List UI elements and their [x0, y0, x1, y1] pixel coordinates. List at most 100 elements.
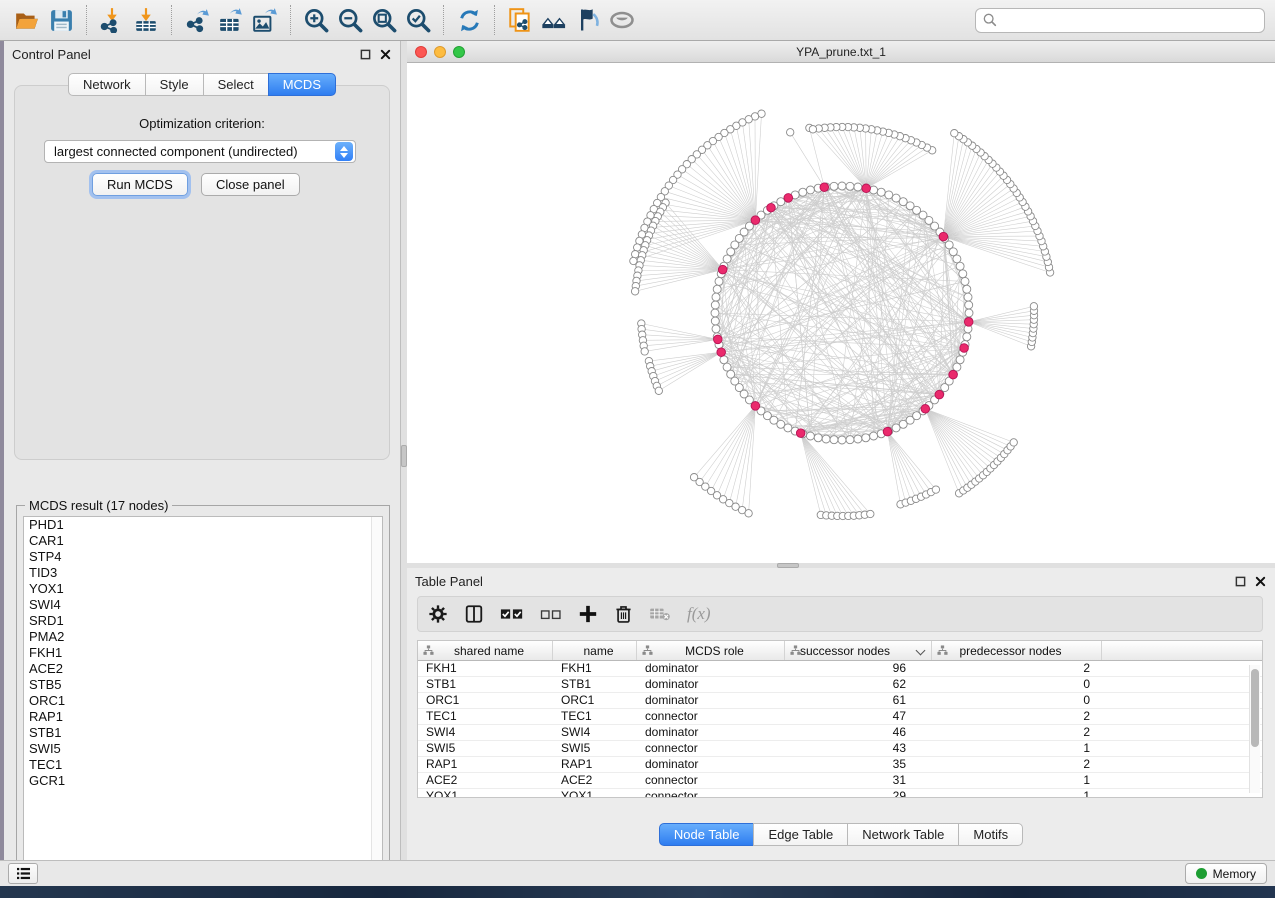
deselect-all-button[interactable] [540, 601, 562, 627]
cell-name[interactable]: RAP1 [553, 757, 637, 772]
satellite-node[interactable] [632, 251, 639, 258]
cell-mcds-role[interactable]: dominator [637, 693, 785, 708]
cell-mcds-role[interactable]: connector [637, 773, 785, 788]
create-column-button[interactable] [578, 601, 598, 627]
ring-node[interactable] [961, 277, 969, 285]
tab-node-table[interactable]: Node Table [659, 823, 755, 846]
search-input[interactable] [998, 13, 1258, 27]
ring-node[interactable] [711, 301, 719, 309]
function-builder-button[interactable]: f(x) [687, 601, 711, 627]
import-table-button[interactable] [129, 4, 163, 36]
cell-mcds-role[interactable]: dominator [637, 677, 785, 692]
ring-node[interactable] [711, 317, 719, 325]
ring-node[interactable] [964, 293, 972, 301]
zoom-fit-button[interactable] [367, 4, 401, 36]
ring-node[interactable] [830, 182, 838, 190]
dominator-node[interactable] [964, 318, 973, 327]
tab-network-table[interactable]: Network Table [847, 823, 959, 846]
show-graphics-button[interactable] [605, 4, 639, 36]
cell-predecessor-nodes[interactable]: 2 [932, 757, 1102, 772]
dominator-node[interactable] [949, 370, 958, 379]
dominator-node[interactable] [714, 335, 723, 344]
tab-mcds[interactable]: MCDS [268, 73, 336, 96]
cell-mcds-role[interactable]: dominator [637, 725, 785, 740]
table-row[interactable]: FKH1FKH1dominator962 [418, 661, 1262, 677]
cell-name[interactable]: YOX1 [553, 789, 637, 798]
ring-node[interactable] [846, 182, 854, 190]
column-header-name[interactable]: name [553, 641, 637, 660]
hide-details-button[interactable] [571, 4, 605, 36]
mcds-result-item[interactable]: GCR1 [24, 773, 382, 789]
mcds-result-item[interactable]: PMA2 [24, 629, 382, 645]
table-row[interactable]: STB1STB1dominator620 [418, 677, 1262, 693]
cell-shared-name[interactable]: SWI4 [418, 725, 553, 740]
ring-node[interactable] [838, 182, 846, 190]
ring-node[interactable] [956, 356, 964, 364]
dominator-node[interactable] [751, 402, 760, 411]
delete-columns-button[interactable] [614, 601, 633, 627]
float-panel-icon[interactable] [1233, 574, 1247, 588]
cell-mcds-role[interactable]: dominator [637, 757, 785, 772]
cell-predecessor-nodes[interactable]: 1 [932, 789, 1102, 798]
select-all-button[interactable] [500, 601, 524, 627]
table-row[interactable]: RAP1RAP1dominator352 [418, 757, 1262, 773]
satellite-node[interactable] [809, 126, 816, 133]
satellite-node[interactable] [1010, 439, 1017, 446]
mcds-result-item[interactable]: RAP1 [24, 709, 382, 725]
mcds-result-item[interactable]: FKH1 [24, 645, 382, 661]
zoom-out-button[interactable] [333, 4, 367, 36]
ring-node[interactable] [965, 309, 973, 317]
table-row[interactable]: TEC1TEC1connector472 [418, 709, 1262, 725]
dominator-node[interactable] [921, 405, 930, 414]
show-columns-button[interactable] [464, 601, 484, 627]
cell-predecessor-nodes[interactable]: 2 [932, 661, 1102, 676]
cell-successor-nodes[interactable]: 61 [785, 693, 932, 708]
ring-node[interactable] [892, 194, 900, 202]
ring-node[interactable] [814, 434, 822, 442]
task-history-button[interactable] [8, 863, 38, 884]
satellite-node[interactable] [631, 288, 638, 295]
satellite-node[interactable] [932, 486, 939, 493]
cell-shared-name[interactable]: ACE2 [418, 773, 553, 788]
cell-mcds-role[interactable]: connector [637, 789, 785, 798]
ring-node[interactable] [712, 293, 720, 301]
export-image-button[interactable] [248, 4, 282, 36]
column-header-shared-name[interactable]: shared name [418, 641, 553, 660]
ring-node[interactable] [711, 309, 719, 317]
ring-node[interactable] [713, 285, 721, 293]
network-window-titlebar[interactable]: YPA_prune.txt_1 [407, 41, 1275, 63]
memory-button[interactable]: Memory [1185, 863, 1267, 884]
dominator-node[interactable] [939, 232, 948, 241]
mcds-result-item[interactable]: ORC1 [24, 693, 382, 709]
cell-successor-nodes[interactable]: 62 [785, 677, 932, 692]
mcds-result-item[interactable]: SWI5 [24, 741, 382, 757]
table-row[interactable]: YOX1YOX1connector291 [418, 789, 1262, 798]
table-row[interactable]: SWI5SWI5connector431 [418, 741, 1262, 757]
mcds-result-item[interactable]: PHD1 [24, 517, 382, 533]
mcds-result-item[interactable]: YOX1 [24, 581, 382, 597]
tab-network[interactable]: Network [68, 73, 146, 96]
column-header-predecessor-nodes[interactable]: predecessor nodes [932, 641, 1102, 660]
cell-mcds-role[interactable]: connector [637, 709, 785, 724]
dominator-node[interactable] [751, 216, 760, 225]
satellite-node[interactable] [867, 510, 874, 517]
cell-predecessor-nodes[interactable]: 0 [932, 693, 1102, 708]
cell-name[interactable]: ORC1 [553, 693, 637, 708]
export-network-button[interactable] [180, 4, 214, 36]
table-scrollbar[interactable] [1249, 665, 1260, 793]
ring-node[interactable] [830, 436, 838, 444]
dominator-node[interactable] [862, 184, 871, 193]
dominator-node[interactable] [883, 427, 892, 436]
satellite-node[interactable] [745, 510, 752, 517]
network-canvas[interactable] [407, 63, 1275, 563]
ring-node[interactable] [965, 301, 973, 309]
dominator-node[interactable] [960, 344, 969, 353]
mcds-result-item[interactable]: SRD1 [24, 613, 382, 629]
cell-successor-nodes[interactable]: 96 [785, 661, 932, 676]
ring-node[interactable] [838, 436, 846, 444]
dominator-node[interactable] [767, 203, 776, 212]
mcds-result-item[interactable]: ACE2 [24, 661, 382, 677]
tab-select[interactable]: Select [203, 73, 269, 96]
mcds-result-item[interactable]: SWI4 [24, 597, 382, 613]
cell-mcds-role[interactable]: connector [637, 741, 785, 756]
